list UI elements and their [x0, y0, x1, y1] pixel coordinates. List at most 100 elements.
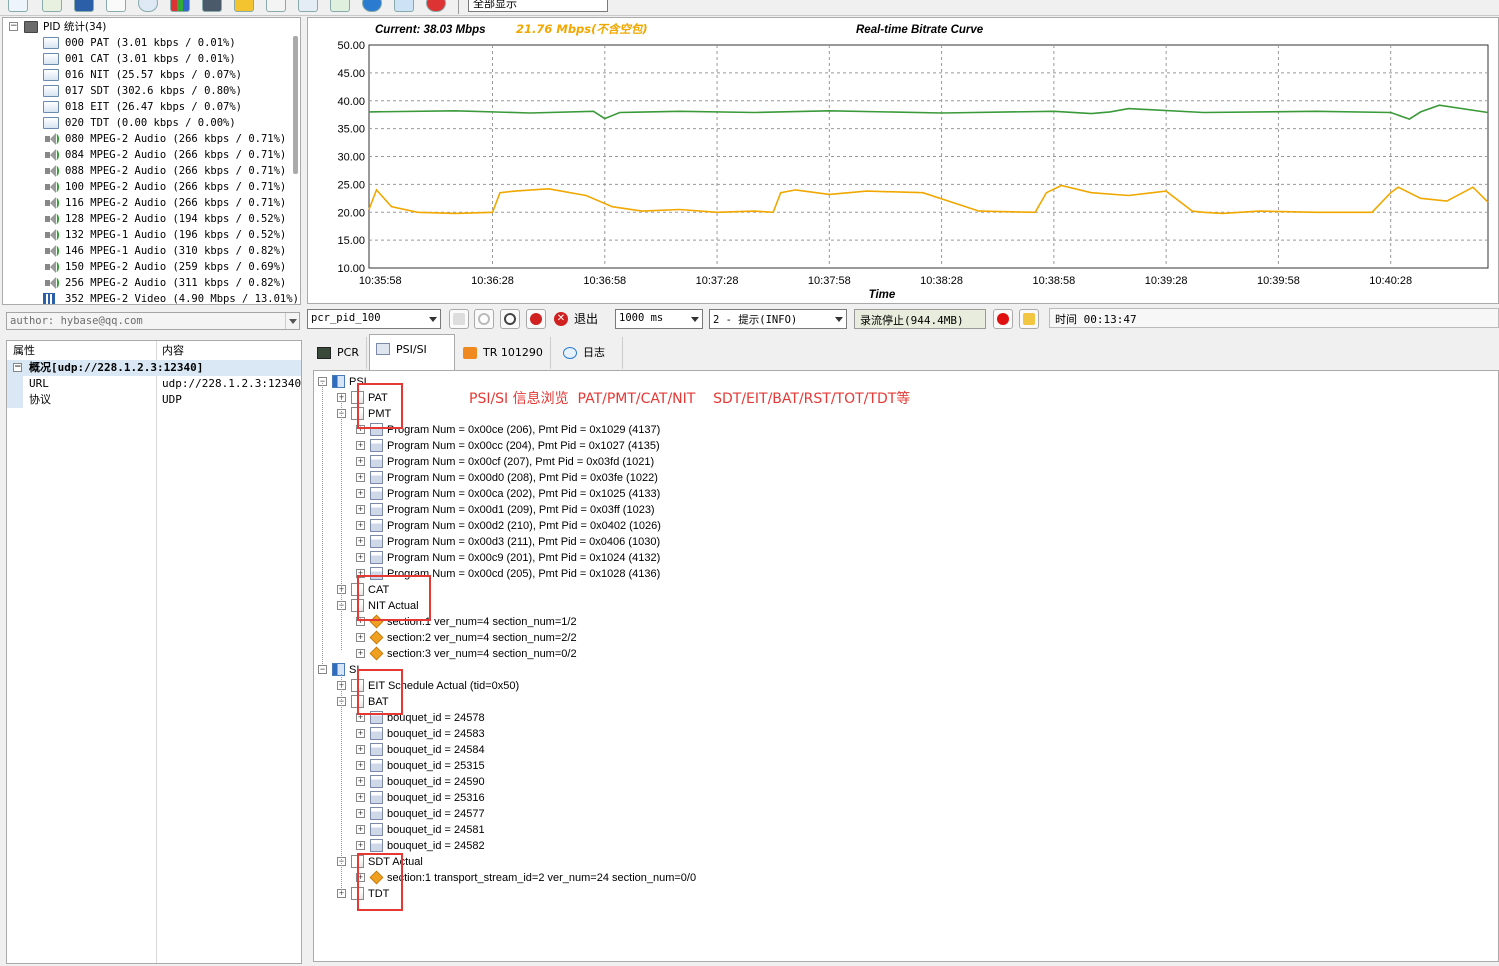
document-icon[interactable] — [106, 0, 126, 12]
pid-tree-item[interactable]: 132 MPEG-1 Audio (196 kbps / 0.52%) — [3, 227, 289, 243]
network-icon[interactable] — [394, 0, 414, 12]
tab-pcr[interactable]: PCR — [311, 337, 367, 369]
chevron-down-icon[interactable] — [832, 310, 846, 328]
monitor-icon[interactable] — [202, 0, 222, 12]
hd-icon[interactable] — [298, 0, 318, 12]
play-button[interactable] — [474, 309, 494, 329]
pid-tree-item[interactable]: 080 MPEG-2 Audio (266 kbps / 0.71%) — [3, 131, 289, 147]
pid-tree-item[interactable]: 100 MPEG-2 Audio (266 kbps / 0.71%) — [3, 179, 289, 195]
expand-icon[interactable]: + — [356, 505, 365, 514]
pid-tree-item[interactable]: 128 MPEG-2 Audio (194 kbps / 0.52%) — [3, 211, 289, 227]
pid-tree-item[interactable]: 016 NIT (25.57 kbps / 0.07%) — [3, 67, 289, 83]
chevron-down-icon[interactable] — [285, 313, 299, 329]
log-level-select[interactable]: 2 - 提示(INFO) — [709, 309, 847, 329]
property-key: URL — [29, 377, 49, 390]
chevron-down-icon[interactable] — [688, 310, 702, 328]
expand-icon[interactable]: + — [356, 761, 365, 770]
tab-log[interactable]: 日志 — [557, 337, 623, 369]
pause-button[interactable] — [526, 309, 546, 329]
expand-icon[interactable]: + — [356, 633, 365, 642]
tree-node-label: section:2 ver_num=4 section_num=2/2 — [387, 632, 577, 644]
x-tick-label: 10:37:58 — [808, 275, 851, 287]
info-icon[interactable] — [362, 0, 382, 12]
pid-tree-item[interactable]: 018 EIT (26.47 kbps / 0.07%) — [3, 99, 289, 115]
chevron-down-icon[interactable] — [426, 310, 440, 328]
expand-icon[interactable]: + — [356, 649, 365, 658]
y-tick-label: 50.00 — [337, 40, 365, 52]
y-tick-label: 35.00 — [337, 124, 365, 136]
pcr-pid-select[interactable]: pcr_pid_100 — [307, 309, 441, 329]
pid-item-label: 352 MPEG-2 Video (4.90 Mbps / 13.01%) — [65, 293, 299, 305]
pid-tree-item[interactable]: 150 MPEG-2 Audio (259 kbps / 0.69%) — [3, 259, 289, 275]
open-folder-button[interactable] — [1019, 309, 1039, 329]
property-row[interactable]: 协议 UDP — [7, 392, 301, 408]
record-button[interactable] — [993, 309, 1013, 329]
tab-psi-si[interactable]: PSI/SI — [369, 334, 455, 370]
author-combo[interactable]: author: hybase@qq.com — [6, 312, 300, 330]
clock-icon[interactable] — [138, 0, 158, 12]
pid-tree-item[interactable]: 116 MPEG-2 Audio (266 kbps / 0.71%) — [3, 195, 289, 211]
pid-tree-item[interactable]: 001 CAT (3.01 kbps / 0.01%) — [3, 51, 289, 67]
table-icon — [370, 455, 383, 468]
expand-icon[interactable]: + — [356, 489, 365, 498]
expand-icon[interactable]: + — [356, 553, 365, 562]
tab-bar: PCR PSI/SI TR 101290 日志 — [307, 334, 1499, 370]
property-value: udp://228.1.2.3:12340 — [162, 377, 302, 390]
tree-node-label: Program Num = 0x00cc (204), Pmt Pid = 0x… — [387, 440, 660, 452]
stop-record-button[interactable] — [500, 309, 520, 329]
file-icon[interactable] — [266, 0, 286, 12]
tab-tr101290[interactable]: TR 101290 — [457, 337, 551, 369]
expand-icon[interactable]: + — [356, 777, 365, 786]
expand-icon[interactable]: + — [356, 825, 365, 834]
pid-item-label: 128 MPEG-2 Audio (194 kbps / 0.52%) — [65, 213, 287, 225]
filter-combo[interactable]: 全部显示 — [468, 0, 608, 12]
pid-tree-item[interactable]: 352 MPEG-2 Video (4.90 Mbps / 13.01%) — [3, 291, 299, 304]
expand-icon[interactable]: + — [356, 537, 365, 546]
color-bars-icon[interactable] — [170, 0, 190, 12]
pid-item-label: 088 MPEG-2 Audio (266 kbps / 0.71%) — [65, 165, 287, 177]
speaker-icon — [43, 133, 59, 145]
expand-icon[interactable]: + — [356, 793, 365, 802]
property-group-label: 概况[udp://228.1.2.3:12340] — [29, 361, 204, 374]
pid-tree-item[interactable]: 084 MPEG-2 Audio (266 kbps / 0.71%) — [3, 147, 289, 163]
collapse-icon[interactable]: − — [318, 665, 327, 674]
warning-icon[interactable] — [234, 0, 254, 12]
expand-icon[interactable]: + — [356, 841, 365, 850]
property-group[interactable]: − 概况[udp://228.1.2.3:12340] — [7, 360, 301, 376]
pid-tree-item[interactable]: 146 MPEG-1 Audio (310 kbps / 0.82%) — [3, 243, 289, 259]
collapse-icon[interactable]: − — [9, 22, 18, 31]
film-icon[interactable] — [42, 0, 62, 12]
y-tick-label: 30.00 — [337, 152, 365, 164]
interval-select[interactable]: 1000 ms — [615, 309, 703, 329]
database-icon — [332, 663, 345, 676]
property-row[interactable]: URL udp://228.1.2.3:12340 — [7, 376, 301, 392]
pid-tree-item[interactable]: 020 TDT (0.00 kbps / 0.00%) — [3, 115, 289, 131]
expand-icon[interactable]: + — [356, 457, 365, 466]
expand-icon[interactable]: + — [356, 441, 365, 450]
pid-item-label: 080 MPEG-2 Audio (266 kbps / 0.71%) — [65, 133, 287, 145]
pes-icon[interactable] — [74, 0, 94, 12]
pid-tree-root[interactable]: − PID 统计(34) — [3, 19, 293, 35]
stop-icon[interactable] — [426, 0, 446, 12]
export-button[interactable] — [449, 309, 469, 329]
pid-scrollbar[interactable] — [293, 36, 298, 174]
x-tick-label: 10:35:58 — [359, 275, 402, 287]
header-value: 内容 — [162, 344, 184, 357]
arrows-icon[interactable] — [8, 0, 28, 12]
toolbar-separator — [458, 0, 459, 14]
expand-icon[interactable]: + — [356, 809, 365, 818]
table-icon — [370, 551, 383, 564]
expand-icon[interactable]: + — [356, 745, 365, 754]
section-cube-icon — [369, 630, 384, 645]
collapse-icon[interactable]: − — [13, 363, 22, 372]
x-axis-label: Time — [869, 289, 896, 301]
chart-icon[interactable] — [330, 0, 350, 12]
pid-tree-item[interactable]: 256 MPEG-2 Audio (311 kbps / 0.82%) — [3, 275, 289, 291]
expand-icon[interactable]: + — [356, 473, 365, 482]
expand-icon[interactable]: + — [356, 729, 365, 738]
exit-button[interactable]: ✕ 退出 — [552, 309, 598, 329]
pid-tree-item[interactable]: 088 MPEG-2 Audio (266 kbps / 0.71%) — [3, 163, 289, 179]
expand-icon[interactable]: + — [356, 521, 365, 530]
pid-tree-item[interactable]: 000 PAT (3.01 kbps / 0.01%) — [3, 35, 289, 51]
pid-tree-item[interactable]: 017 SDT (302.6 kbps / 0.80%) — [3, 83, 289, 99]
